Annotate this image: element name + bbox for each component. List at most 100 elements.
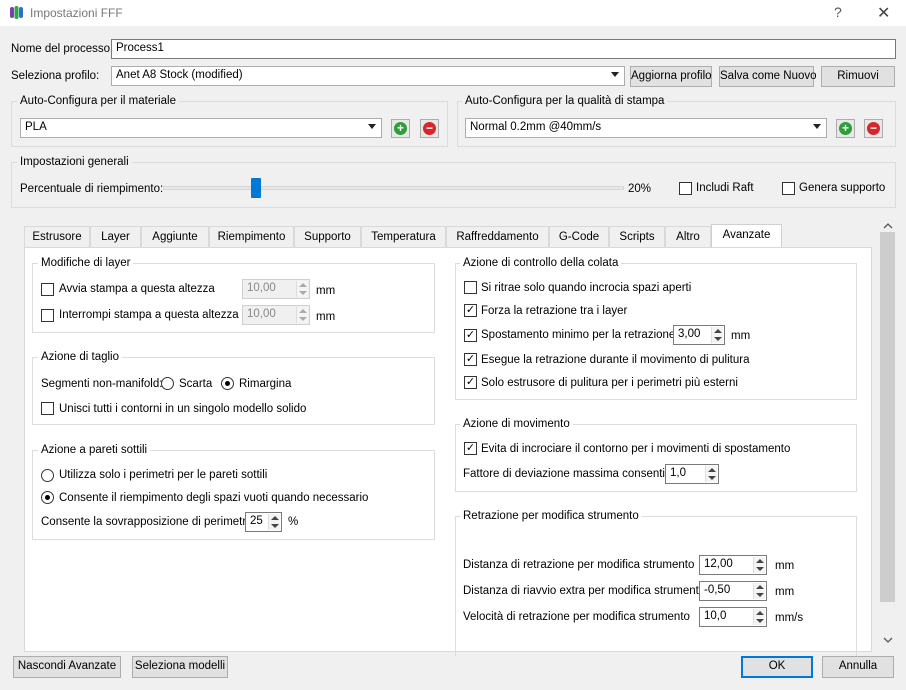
stop-height-spinner[interactable]: 10,00 [242, 305, 310, 325]
spinner-arrows-icon [296, 307, 308, 323]
hide-advanced-button[interactable]: Nascondi Avanzate [13, 656, 121, 678]
tab-estrusore[interactable]: Estrusore [24, 226, 90, 247]
discard-label: Scarta [179, 378, 213, 390]
process-name-input[interactable]: Process1 [111, 39, 896, 59]
tab-aggiunte[interactable]: Aggiunte [141, 226, 209, 247]
overlap-label: Consente la sovrapposizione di perimetro [41, 516, 253, 528]
avoid-crossing-checkbox[interactable]: ✓ [464, 442, 477, 455]
toolchange-extra-label: Distanza di riavvio extra per modifica s… [463, 585, 706, 597]
stop-height-unit: mm [316, 311, 336, 323]
toolchange-extra-value: -0,50 [704, 584, 731, 596]
start-height-label: Avvia stampa a questa altezza [59, 283, 215, 295]
update-profile-button[interactable]: Aggiorna profilo [630, 66, 712, 87]
add-quality-button[interactable]: + [836, 119, 855, 138]
merge-label: Unisci tutti i contorni in un singolo mo… [59, 403, 307, 415]
save-as-new-button[interactable]: Salva come Nuovo [719, 66, 817, 87]
ok-button[interactable]: OK [741, 656, 813, 678]
spinner-arrows-icon [268, 514, 280, 530]
tab-altro[interactable]: Altro [665, 226, 711, 247]
material-group-title: Auto-Configura per il materiale [17, 95, 179, 107]
tab-avanzate[interactable]: Avanzate [711, 224, 782, 248]
movement-title: Azione di movimento [460, 418, 573, 430]
deviation-spinner[interactable]: 1,0 [665, 464, 719, 484]
spinner-arrows-icon [705, 466, 717, 482]
tab-raffreddamento[interactable]: Raffreddamento [446, 226, 549, 247]
tab-scripts[interactable]: Scripts [609, 226, 665, 247]
tab-layer[interactable]: Layer [90, 226, 141, 247]
wipe-retract-label: Esegue la retrazione durante il moviment… [481, 354, 750, 366]
force-retract-checkbox[interactable]: ✓ [464, 304, 477, 317]
heal-radio[interactable] [221, 377, 234, 390]
infill-slider-handle[interactable] [251, 178, 261, 198]
spinner-arrows-icon [711, 327, 723, 343]
min-travel-spinner[interactable]: 3,00 [673, 325, 725, 345]
remove-profile-button[interactable]: Rimuovi [821, 66, 895, 87]
material-select[interactable]: PLA [20, 118, 382, 138]
support-label: Genera supporto [799, 182, 886, 194]
plus-icon: + [839, 122, 852, 135]
process-name-label: Nome del processo: [11, 43, 114, 55]
quality-group-title: Auto-Configura per la qualità di stampa [462, 95, 668, 107]
stop-height-label: Interrompi stampa a questa altezza [59, 309, 239, 321]
perimeters-only-radio[interactable] [41, 469, 54, 482]
wipe-outer-checkbox[interactable]: ✓ [464, 376, 477, 389]
min-travel-label: Spostamento minimo per la retrazione [481, 329, 676, 341]
overlap-value: 25 [250, 515, 263, 527]
tab-supporto[interactable]: Supporto [294, 226, 361, 247]
scroll-up-icon[interactable] [883, 222, 893, 229]
tab-temperatura[interactable]: Temperatura [361, 226, 446, 247]
support-checkbox[interactable] [782, 182, 795, 195]
raft-label: Includi Raft [696, 182, 754, 194]
tab-riempimento[interactable]: Riempimento [209, 226, 294, 247]
start-height-spinner[interactable]: 10,00 [242, 279, 310, 299]
infill-slider-track[interactable] [163, 186, 624, 190]
discard-radio[interactable] [161, 377, 174, 390]
wipe-retract-checkbox[interactable]: ✓ [464, 353, 477, 366]
overlap-spinner[interactable]: 25 [245, 512, 282, 532]
spinner-arrows-icon [753, 583, 765, 599]
toolchange-speed-spinner[interactable]: 10,0 [699, 607, 767, 627]
only-retract-checkbox[interactable] [464, 281, 477, 294]
close-button[interactable]: ✕ [877, 3, 890, 23]
layer-changes-title: Modifiche di layer [38, 257, 134, 269]
help-button[interactable]: ? [834, 4, 842, 20]
toolchange-extra-spinner[interactable]: -0,50 [699, 581, 767, 601]
stop-height-checkbox[interactable] [41, 309, 54, 322]
remove-material-button[interactable]: − [420, 119, 439, 138]
wipe-outer-label: Solo estrusore di pulitura per i perimet… [481, 377, 738, 389]
toolchange-distance-spinner[interactable]: 12,00 [699, 555, 767, 575]
nonmanifold-label: Segmenti non-manifold: [41, 378, 163, 390]
start-height-checkbox[interactable] [41, 283, 54, 296]
scroll-down-icon[interactable] [883, 637, 893, 644]
add-material-button[interactable]: + [391, 119, 410, 138]
deviation-value: 1,0 [670, 467, 686, 479]
min-travel-checkbox[interactable]: ✓ [464, 329, 477, 342]
deviation-label: Fattore di deviazione massima consentita [463, 468, 675, 480]
cancel-button[interactable]: Annulla [822, 656, 894, 678]
allow-gap-fill-radio[interactable] [41, 491, 54, 504]
min-travel-unit: mm [731, 330, 751, 342]
toolchange-speed-value: 10,0 [704, 610, 727, 622]
stop-height-value: 10,00 [247, 308, 276, 320]
raft-checkbox[interactable] [679, 182, 692, 195]
perimeters-only-label: Utilizza solo i perimetri per le pareti … [59, 469, 268, 481]
profile-select-value: Anet A8 Stock (modified) [116, 69, 243, 81]
select-models-button[interactable]: Seleziona modelli [132, 656, 228, 678]
spinner-arrows-icon [753, 557, 765, 573]
layer-changes-group [32, 263, 435, 333]
merge-checkbox[interactable] [41, 402, 54, 415]
remove-quality-button[interactable]: − [864, 119, 883, 138]
material-select-value: PLA [25, 121, 47, 133]
minus-icon: − [423, 122, 436, 135]
tab-gcode[interactable]: G-Code [549, 226, 609, 247]
toolchange-distance-label: Distanza di retrazione per modifica stru… [463, 559, 695, 571]
overlap-unit: % [288, 516, 299, 528]
profile-select[interactable]: Anet A8 Stock (modified) [111, 66, 625, 86]
scrollbar-thumb[interactable] [880, 232, 895, 602]
app-logo-icon [10, 6, 23, 19]
spinner-arrows-icon [753, 609, 765, 625]
minus-icon: − [867, 122, 880, 135]
plus-icon: + [394, 122, 407, 135]
quality-select-value: Normal 0.2mm @40mm/s [470, 121, 602, 133]
quality-select[interactable]: Normal 0.2mm @40mm/s [465, 118, 827, 138]
